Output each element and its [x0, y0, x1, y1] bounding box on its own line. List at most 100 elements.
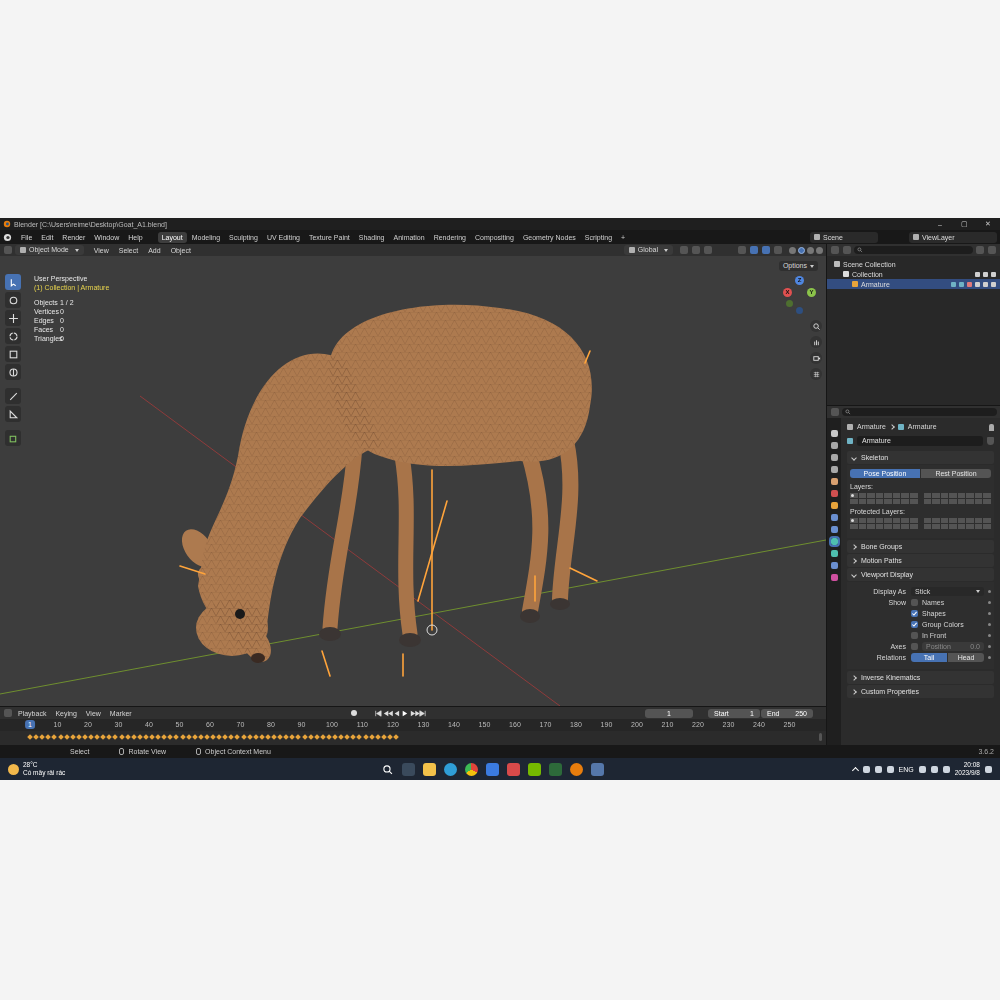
axes-checkbox[interactable] — [911, 643, 918, 650]
menu-item[interactable]: Help — [124, 233, 146, 242]
keyframe[interactable] — [33, 734, 39, 740]
options-dropdown[interactable]: Options — [779, 261, 818, 271]
checkbox[interactable] — [911, 632, 918, 639]
layer-toggle[interactable] — [966, 524, 974, 529]
keyframe[interactable] — [326, 734, 332, 740]
clock[interactable]: 20:082023/9/8 — [955, 761, 980, 777]
menu-item[interactable]: Render — [58, 233, 89, 242]
keyframe[interactable] — [363, 734, 369, 740]
display-mode-icon[interactable] — [843, 246, 851, 254]
output-tab-icon[interactable] — [831, 454, 838, 461]
keyframe[interactable] — [210, 734, 216, 740]
keyframe[interactable] — [131, 734, 137, 740]
keyframe[interactable] — [58, 734, 64, 740]
layer-toggle[interactable] — [924, 518, 932, 523]
keyframe[interactable] — [52, 734, 58, 740]
workspace-tab[interactable]: Texture Paint — [305, 232, 354, 243]
timeline-menu[interactable]: View — [82, 709, 105, 718]
menu-item[interactable]: Window — [90, 233, 123, 242]
weather-widget[interactable]: 28°CCó mây rải rác — [8, 761, 248, 777]
fake-user-icon[interactable] — [987, 437, 994, 445]
x-axis-icon[interactable]: X — [783, 288, 792, 297]
keyframe[interactable] — [149, 734, 155, 740]
relation-option[interactable]: Head — [948, 653, 984, 662]
keyframe[interactable] — [70, 734, 76, 740]
layer-toggle[interactable] — [884, 524, 892, 529]
workspace-tab[interactable]: Compositing — [471, 232, 518, 243]
keyframe[interactable] — [204, 734, 210, 740]
panel-header[interactable]: Bone Groups — [847, 540, 994, 553]
xray-icon[interactable] — [774, 246, 782, 254]
timeline-menu[interactable]: Playback — [14, 709, 50, 718]
layer-toggle[interactable] — [958, 524, 966, 529]
keyframe[interactable] — [314, 734, 320, 740]
layer-toggle[interactable] — [975, 499, 983, 504]
layer-toggle[interactable] — [949, 493, 957, 498]
keyframe[interactable] — [277, 734, 283, 740]
visibility-toggles[interactable] — [975, 272, 996, 277]
keyframe[interactable] — [357, 734, 363, 740]
layer-toggle[interactable] — [958, 499, 966, 504]
menu-item[interactable]: Edit — [37, 233, 57, 242]
file-explorer-icon[interactable] — [423, 763, 436, 776]
window-control[interactable]: ▢ — [952, 220, 976, 228]
editor-type-icon[interactable] — [4, 709, 12, 717]
show-hidden-icon[interactable] — [851, 767, 858, 774]
layer-toggle[interactable] — [932, 493, 940, 498]
layer-toggle[interactable] — [983, 493, 991, 498]
pin-icon[interactable] — [989, 424, 994, 431]
transform-tool-icon[interactable] — [5, 364, 21, 380]
new-collection-icon[interactable] — [988, 246, 996, 254]
visibility-toggles[interactable] — [975, 282, 996, 287]
view-layer-field[interactable]: ViewLayer — [909, 232, 997, 243]
timeline-menu[interactable]: Keying — [51, 709, 80, 718]
constraints-tab-icon[interactable] — [831, 526, 838, 533]
playback-controls-icon[interactable] — [370, 709, 430, 718]
layer-toggle[interactable] — [910, 499, 918, 504]
keyframe[interactable] — [338, 734, 344, 740]
navigation-gizmo[interactable]: ZYX — [782, 276, 816, 316]
viewport-menu[interactable]: Object — [167, 246, 195, 255]
keyframe[interactable] — [174, 734, 180, 740]
overlay-toggle-icon[interactable] — [762, 246, 770, 254]
app-icon[interactable] — [507, 763, 520, 776]
keyframe[interactable] — [375, 734, 381, 740]
pose-option[interactable]: Rest Position — [921, 469, 991, 478]
keyframe[interactable] — [302, 734, 308, 740]
keyframe[interactable] — [222, 734, 228, 740]
keyframe[interactable] — [143, 734, 149, 740]
tool-tab-icon[interactable] — [831, 430, 838, 437]
layer-toggle[interactable] — [924, 499, 932, 504]
current-frame-field[interactable]: 1 — [645, 709, 693, 718]
layer-toggle[interactable] — [932, 518, 940, 523]
speaker-icon[interactable] — [887, 766, 894, 773]
keyframe[interactable] — [192, 734, 198, 740]
panel-header[interactable]: Viewport Display — [847, 568, 994, 581]
layer-toggle[interactable] — [910, 524, 918, 529]
layer-toggle[interactable] — [924, 524, 932, 529]
layer-toggle[interactable] — [966, 518, 974, 523]
layer-toggle[interactable] — [893, 518, 901, 523]
layer-toggle[interactable] — [966, 499, 974, 504]
bone-tab-icon[interactable] — [831, 550, 838, 557]
layer-toggle[interactable] — [975, 493, 983, 498]
scene-field[interactable]: Scene — [810, 232, 878, 243]
pivot-icon[interactable] — [680, 246, 688, 254]
pose-option[interactable]: Pose Position — [850, 469, 920, 478]
mode-dropdown[interactable]: Object Mode — [15, 245, 84, 255]
material-shading-icon[interactable] — [807, 247, 814, 254]
render-tab-icon[interactable] — [831, 442, 838, 449]
scale-tool-icon[interactable] — [5, 346, 21, 362]
keyframe[interactable] — [113, 734, 119, 740]
world-tab-icon[interactable] — [831, 490, 838, 497]
object-tab-icon[interactable] — [831, 502, 838, 509]
keyframe[interactable] — [39, 734, 45, 740]
layer-toggle[interactable] — [893, 499, 901, 504]
deer-model[interactable] — [0, 256, 826, 706]
workspace-tab[interactable]: Modeling — [188, 232, 224, 243]
keyframe[interactable] — [125, 734, 131, 740]
keyframe[interactable] — [344, 734, 350, 740]
keyframe[interactable] — [100, 734, 106, 740]
store-icon[interactable] — [486, 763, 499, 776]
keyframe[interactable] — [82, 734, 88, 740]
